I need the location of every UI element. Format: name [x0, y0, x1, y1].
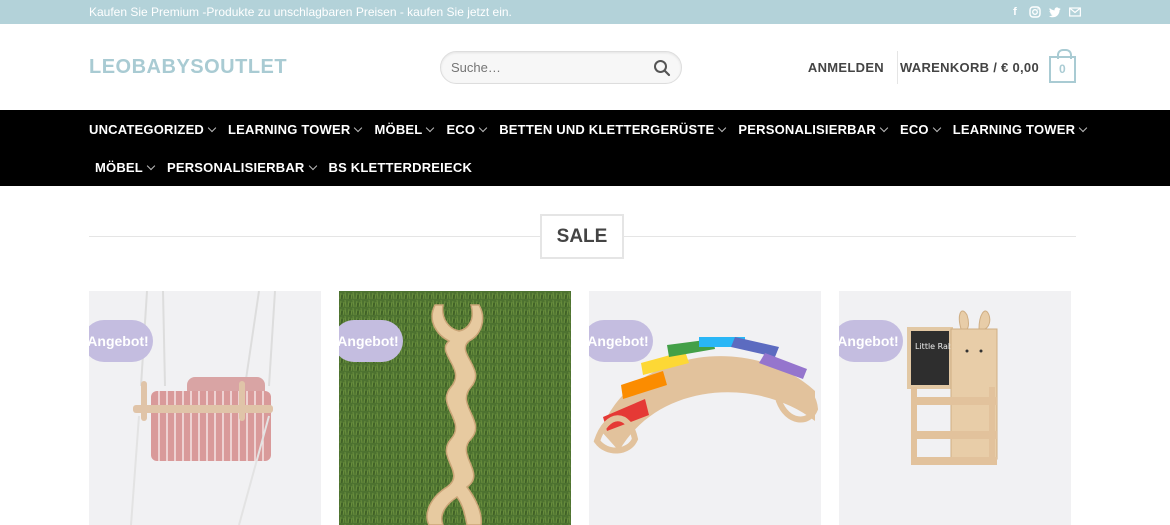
nav-item-label: PERSONALISIERBAR: [738, 121, 876, 137]
nav-item-personalisierbar-2[interactable]: PERSONALISIERBAR: [166, 159, 317, 175]
site-logo[interactable]: LEOBABYSOUTLET: [89, 56, 287, 79]
nav-item-learning-tower-2[interactable]: LEARNING TOWER: [952, 121, 1088, 137]
site-header: LEOBABYSOUTLET ANMELDEN WARENKORB / € 0,…: [0, 24, 1170, 110]
nav-item-label: LEARNING TOWER: [952, 121, 1076, 137]
product-grid: Angebot! Angebot! Angebot! Angebot! Litt…: [89, 291, 1071, 525]
nav-item-learning-tower[interactable]: LEARNING TOWER: [228, 121, 363, 137]
sale-badge: Angebot!: [339, 320, 403, 362]
chevron-down-icon: [426, 123, 435, 132]
cart-link[interactable]: WARENKORB / € 0,00 0: [900, 24, 1076, 110]
nav-item-label: BETTEN UND KLETTERGERÜSTE: [499, 121, 715, 137]
product-card[interactable]: Angebot! Little Rabbit: [839, 291, 1071, 525]
login-link[interactable]: ANMELDEN: [808, 24, 884, 110]
search-input[interactable]: [451, 60, 653, 75]
cart-count-badge: 0: [1049, 48, 1076, 83]
header-divider: [897, 51, 898, 84]
chevron-down-icon: [308, 161, 317, 170]
nav-item-eco-2[interactable]: ECO: [899, 121, 941, 137]
main-navigation: UNCATEGORIZED LEARNING TOWER MÖBEL ECO B…: [0, 110, 1170, 186]
nav-item-label: UNCATEGORIZED: [89, 121, 205, 137]
instagram-icon[interactable]: [1029, 6, 1041, 18]
sale-badge: Angebot!: [589, 320, 653, 362]
chevron-down-icon: [354, 123, 363, 132]
nav-item-betten[interactable]: BETTEN UND KLETTERGERÜSTE: [499, 121, 727, 137]
product-card[interactable]: Angebot!: [339, 291, 571, 525]
chevron-down-icon: [718, 123, 727, 132]
product-card[interactable]: Angebot!: [589, 291, 821, 525]
twitter-icon[interactable]: [1049, 6, 1061, 18]
search-box: [440, 51, 682, 84]
sale-section-header: SALE: [0, 186, 1170, 291]
nav-item-label: MÖBEL: [374, 121, 423, 137]
nav-item-label: BS KLETTERDREIECK: [328, 159, 473, 175]
product-card[interactable]: Angebot!: [89, 291, 321, 525]
facebook-icon[interactable]: f: [1009, 6, 1021, 18]
nav-item-bs-kletterdreieck[interactable]: BS KLETTERDREIECK: [329, 160, 473, 175]
nav-item-label: ECO: [899, 121, 929, 137]
nav-item-label: LEARNING TOWER: [228, 121, 351, 137]
social-links: f: [1009, 6, 1081, 18]
cart-label: WARENKORB / € 0,00: [899, 59, 1039, 75]
section-title: SALE: [540, 214, 624, 259]
nav-item-label: PERSONALISIERBAR: [166, 159, 305, 175]
search-icon[interactable]: [653, 59, 671, 77]
nav-row-1: UNCATEGORIZED LEARNING TOWER MÖBEL ECO B…: [89, 110, 1088, 148]
nav-item-uncategorized[interactable]: UNCATEGORIZED: [89, 121, 217, 137]
chevron-down-icon: [932, 123, 941, 132]
nav-item-moebel[interactable]: MÖBEL: [374, 121, 435, 137]
email-icon[interactable]: [1069, 6, 1081, 18]
nav-item-eco[interactable]: ECO: [446, 121, 488, 137]
chevron-down-icon: [478, 123, 488, 132]
nav-row-2: MÖBEL PERSONALISIERBAR BS KLETTERDREIECK: [89, 148, 1088, 186]
nav-item-label: MÖBEL: [95, 159, 143, 175]
topbar-message: Kaufen Sie Premium -Produkte zu unschlag…: [89, 5, 512, 19]
sale-badge: Angebot!: [89, 320, 153, 362]
top-bar: Kaufen Sie Premium -Produkte zu unschlag…: [0, 0, 1170, 24]
chevron-down-icon: [146, 161, 156, 170]
nav-item-moebel-2[interactable]: MÖBEL: [95, 159, 156, 175]
nav-item-label: ECO: [446, 121, 476, 137]
chevron-down-icon: [1078, 123, 1088, 132]
chevron-down-icon: [879, 123, 889, 132]
nav-item-personalisierbar[interactable]: PERSONALISIERBAR: [738, 121, 889, 137]
sale-badge: Angebot!: [839, 320, 903, 362]
chevron-down-icon: [207, 123, 217, 132]
